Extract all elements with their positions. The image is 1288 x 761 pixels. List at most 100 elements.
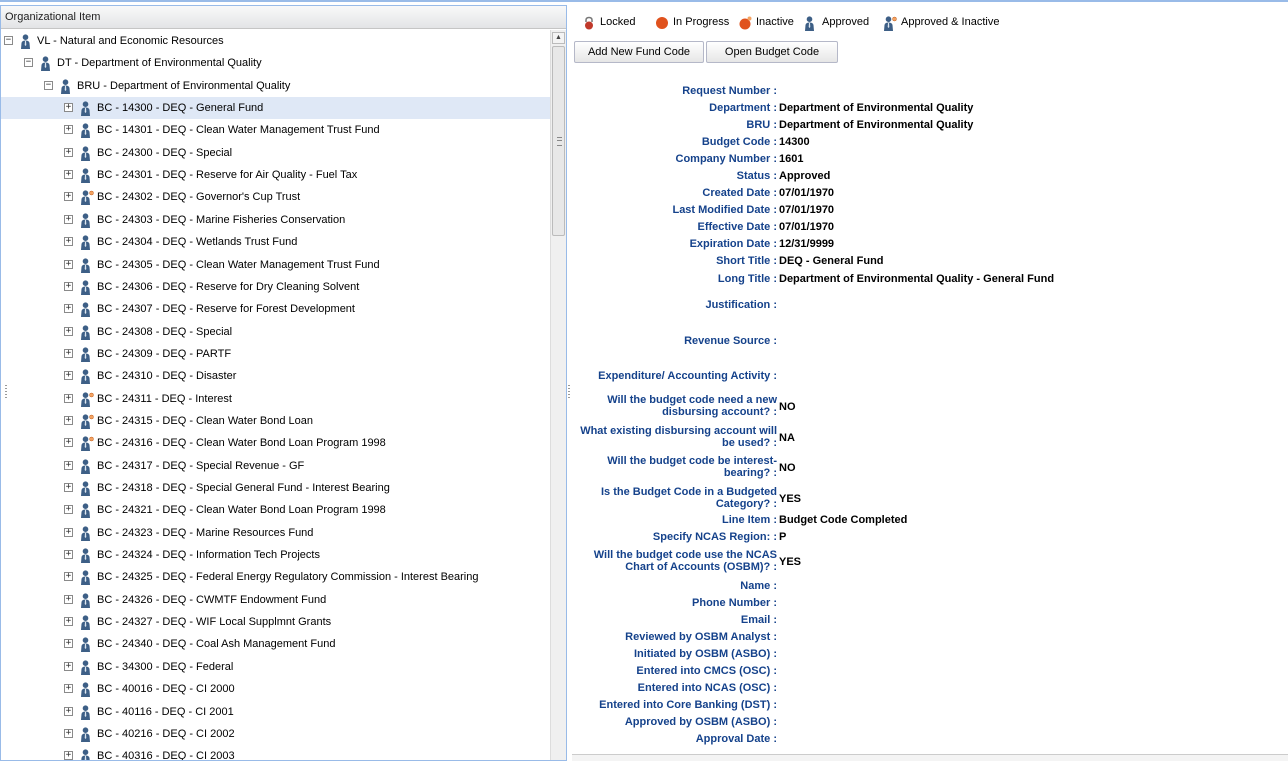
expand-icon[interactable]: +: [64, 214, 73, 224]
expand-icon[interactable]: +: [64, 728, 73, 738]
tree-node[interactable]: + BC - 24306 - DEQ - Reserve for Dry Clea…: [1, 276, 552, 298]
tree-node[interactable]: + BC - 24326 - DEQ - CWMTF Endowment Fund: [1, 589, 552, 611]
expand-icon[interactable]: +: [64, 460, 73, 470]
expand-icon[interactable]: +: [64, 237, 73, 247]
tree-node-label[interactable]: BC - 34300 - DEQ - Federal: [97, 656, 233, 678]
tree-node-label[interactable]: BC - 24308 - DEQ - Special: [97, 321, 232, 343]
tree-node[interactable]: + BC - 24310 - DEQ - Disaster: [1, 365, 552, 387]
expand-icon[interactable]: +: [64, 505, 73, 515]
tree-node-label[interactable]: BC - 40016 - DEQ - CI 2000: [97, 678, 235, 700]
tree-node-label[interactable]: BC - 24306 - DEQ - Reserve for Dry Clean…: [97, 276, 359, 298]
tree-node[interactable]: + BC - 24302 - DEQ - Governor's Cup Trust: [1, 186, 552, 208]
tree-node[interactable]: + BC - 24301 - DEQ - Reserve for Air Qual…: [1, 164, 552, 186]
tree-node-label[interactable]: BC - 24300 - DEQ - Special: [97, 142, 232, 164]
collapse-icon[interactable]: −: [4, 36, 13, 45]
expand-icon[interactable]: +: [64, 192, 73, 202]
tree-node-label[interactable]: BC - 24321 - DEQ - Clean Water Bond Loan…: [97, 499, 386, 521]
tree-node[interactable]: + BC - 40216 - DEQ - CI 2002: [1, 723, 552, 745]
expand-icon[interactable]: +: [64, 393, 73, 403]
tree-node[interactable]: + BC - 24325 - DEQ - Federal Energy Regul…: [1, 566, 552, 588]
tree-node[interactable]: + BC - 24311 - DEQ - Interest: [1, 388, 552, 410]
expand-icon[interactable]: +: [64, 371, 73, 381]
left-resize-grip-icon[interactable]: [5, 385, 7, 399]
expand-icon[interactable]: +: [64, 594, 73, 604]
tree-node-label[interactable]: BC - 24302 - DEQ - Governor's Cup Trust: [97, 186, 300, 208]
tree-node[interactable]: + BC - 24315 - DEQ - Clean Water Bond Loa…: [1, 410, 552, 432]
tree-node[interactable]: + BC - 34300 - DEQ - Federal: [1, 656, 552, 678]
tree-node[interactable]: + BC - 24316 - DEQ - Clean Water Bond Loa…: [1, 432, 552, 454]
tree-node-label[interactable]: BC - 24310 - DEQ - Disaster: [97, 365, 236, 387]
scroll-up-arrow-icon[interactable]: ▲: [552, 32, 565, 44]
expand-icon[interactable]: +: [64, 415, 73, 425]
expand-icon[interactable]: +: [64, 281, 73, 291]
expand-icon[interactable]: +: [64, 751, 73, 760]
tree-node-label[interactable]: BC - 24326 - DEQ - CWMTF Endowment Fund: [97, 589, 326, 611]
collapse-icon[interactable]: −: [24, 58, 33, 68]
expand-icon[interactable]: +: [64, 125, 73, 135]
expand-icon[interactable]: +: [64, 348, 73, 358]
tree-node[interactable]: − BRU - Department of Environmental Quali…: [1, 75, 552, 97]
tree-node[interactable]: + BC - 24317 - DEQ - Special Revenue - GF: [1, 455, 552, 477]
tree-node[interactable]: + BC - 24303 - DEQ - Marine Fisheries Con…: [1, 209, 552, 231]
expand-icon[interactable]: +: [64, 684, 73, 694]
tree-node[interactable]: + BC - 40116 - DEQ - CI 2001: [1, 701, 552, 723]
tree-node-label[interactable]: BC - 24301 - DEQ - Reserve for Air Quali…: [97, 164, 357, 186]
tree-node-label[interactable]: BC - 24324 - DEQ - Information Tech Proj…: [97, 544, 320, 566]
tree-node-label[interactable]: BC - 24303 - DEQ - Marine Fisheries Cons…: [97, 209, 345, 231]
tree-node-label[interactable]: BC - 24323 - DEQ - Marine Resources Fund: [97, 522, 313, 544]
tree-node-label[interactable]: BC - 24340 - DEQ - Coal Ash Management F…: [97, 633, 335, 655]
expand-icon[interactable]: +: [64, 103, 73, 113]
tree-node[interactable]: + BC - 24324 - DEQ - Information Tech Pro…: [1, 544, 552, 566]
tree-node[interactable]: + BC - 24305 - DEQ - Clean Water Manageme…: [1, 254, 552, 276]
tree-node[interactable]: − DT - Department of Environmental Qualit…: [1, 52, 552, 74]
collapse-icon[interactable]: −: [44, 80, 53, 90]
tree-node-label[interactable]: BC - 24309 - DEQ - PARTF: [97, 343, 231, 365]
tree-node-label[interactable]: BC - 40216 - DEQ - CI 2002: [97, 723, 235, 745]
tree-node[interactable]: + BC - 24304 - DEQ - Wetlands Trust Fund: [1, 231, 552, 253]
tree-node[interactable]: + BC - 14300 - DEQ - General Fund: [1, 97, 552, 120]
tree-node-label[interactable]: BC - 24307 - DEQ - Reserve for Forest De…: [97, 298, 355, 320]
tree-node-label[interactable]: BC - 24318 - DEQ - Special General Fund …: [97, 477, 390, 499]
tree-node-label[interactable]: BC - 24305 - DEQ - Clean Water Managemen…: [97, 254, 380, 276]
tree-node[interactable]: + BC - 24300 - DEQ - Special: [1, 142, 552, 164]
expand-icon[interactable]: +: [64, 259, 73, 269]
tree-node-label[interactable]: BRU - Department of Environmental Qualit…: [77, 75, 290, 97]
tree-node[interactable]: + BC - 40316 - DEQ - CI 2003: [1, 745, 552, 760]
expand-icon[interactable]: +: [64, 550, 73, 560]
tree-node-label[interactable]: BC - 14300 - DEQ - General Fund: [97, 97, 263, 119]
expand-icon[interactable]: +: [64, 617, 73, 627]
expand-icon[interactable]: +: [64, 147, 73, 157]
tree-node-label[interactable]: BC - 14301 - DEQ - Clean Water Managemen…: [97, 119, 380, 141]
tree-node-label[interactable]: BC - 24304 - DEQ - Wetlands Trust Fund: [97, 231, 297, 253]
expand-icon[interactable]: +: [64, 661, 73, 671]
tree-node[interactable]: + BC - 14301 - DEQ - Clean Water Manageme…: [1, 119, 552, 141]
expand-icon[interactable]: +: [64, 304, 73, 314]
expand-icon[interactable]: +: [64, 706, 73, 716]
tree-node-label[interactable]: DT - Department of Environmental Quality: [57, 52, 262, 74]
tree-node[interactable]: + BC - 24307 - DEQ - Reserve for Forest D…: [1, 298, 552, 320]
tree-node-label[interactable]: VL - Natural and Economic Resources: [37, 30, 224, 52]
tree-node[interactable]: + BC - 24340 - DEQ - Coal Ash Management …: [1, 633, 552, 655]
tree-node-label[interactable]: BC - 24325 - DEQ - Federal Energy Regula…: [97, 566, 479, 588]
tree-node-label[interactable]: BC - 24316 - DEQ - Clean Water Bond Loan…: [97, 432, 386, 454]
tree-node[interactable]: + BC - 24318 - DEQ - Special General Fund…: [1, 477, 552, 499]
tree-node[interactable]: − VL - Natural and Economic Resources: [1, 30, 552, 52]
tree-node-label[interactable]: BC - 24315 - DEQ - Clean Water Bond Loan: [97, 410, 313, 432]
open-budget-code-button[interactable]: Open Budget Code: [706, 41, 838, 63]
expand-icon[interactable]: +: [64, 572, 73, 582]
expand-icon[interactable]: +: [64, 170, 73, 180]
horizontal-scrollbar[interactable]: [572, 754, 1288, 761]
expand-icon[interactable]: +: [64, 639, 73, 649]
tree-scrollbar[interactable]: ▲: [550, 30, 566, 760]
scrollbar-thumb[interactable]: [552, 46, 565, 236]
tree-node[interactable]: + BC - 24327 - DEQ - WIF Local Supplmnt G…: [1, 611, 552, 633]
tree-node[interactable]: + BC - 24309 - DEQ - PARTF: [1, 343, 552, 365]
tree-node-label[interactable]: BC - 40116 - DEQ - CI 2001: [97, 701, 234, 723]
tree-node-label[interactable]: BC - 24317 - DEQ - Special Revenue - GF: [97, 455, 304, 477]
tree-node-label[interactable]: BC - 24311 - DEQ - Interest: [97, 388, 232, 410]
tree-column-header[interactable]: Organizational Item: [1, 6, 566, 29]
expand-icon[interactable]: +: [64, 326, 73, 336]
expand-icon[interactable]: +: [64, 527, 73, 537]
expand-icon[interactable]: +: [64, 483, 73, 492]
tree-node[interactable]: + BC - 24323 - DEQ - Marine Resources Fun…: [1, 522, 552, 544]
